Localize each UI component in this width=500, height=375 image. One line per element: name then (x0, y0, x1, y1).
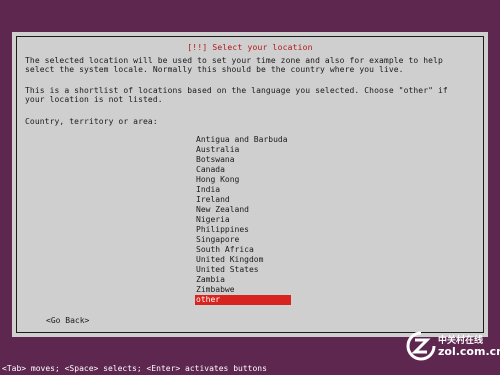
status-bar: <Tab> moves; <Space> selects; <Enter> ac… (2, 364, 267, 373)
country-option[interactable]: Canada (195, 165, 291, 175)
country-option[interactable]: Philippines (195, 225, 291, 235)
zol-watermark: 中关村在线 zol.com.cn (406, 329, 500, 367)
country-option[interactable]: India (195, 185, 291, 195)
dialog-title: [!!] Select your location (184, 43, 316, 52)
country-option[interactable]: Zambia (195, 275, 291, 285)
country-option[interactable]: Antigua and Barbuda (195, 135, 291, 145)
shortlist-paragraph: This is a shortlist of locations based o… (25, 86, 448, 104)
country-option[interactable]: New Zealand (195, 205, 291, 215)
description-paragraph: The selected location will be used to se… (25, 56, 443, 74)
country-option[interactable]: Singapore (195, 235, 291, 245)
country-option[interactable]: Ireland (195, 195, 291, 205)
location-dialog: [!!] Select your location The selected l… (12, 32, 488, 337)
country-option[interactable]: Botswana (195, 155, 291, 165)
country-prompt: Country, territory or area: (25, 117, 158, 126)
country-option[interactable]: United States (195, 265, 291, 275)
country-option[interactable]: South Africa (195, 245, 291, 255)
country-option[interactable]: Nigeria (195, 215, 291, 225)
dialog-frame: [!!] Select your location The selected l… (16, 36, 484, 333)
country-option[interactable]: other (195, 295, 291, 305)
country-option[interactable]: Zimbabwe (195, 285, 291, 295)
country-option[interactable]: Australia (195, 145, 291, 155)
country-option[interactable]: United Kingdom (195, 255, 291, 265)
country-list[interactable]: Antigua and Barbuda Australia Botswana Cana… (195, 135, 291, 305)
country-option[interactable]: Hong Kong (195, 175, 291, 185)
go-back-button[interactable]: <Go Back> (46, 316, 89, 325)
watermark-url-text: zol.com.cn (438, 345, 500, 358)
zol-logo-icon (406, 331, 436, 361)
